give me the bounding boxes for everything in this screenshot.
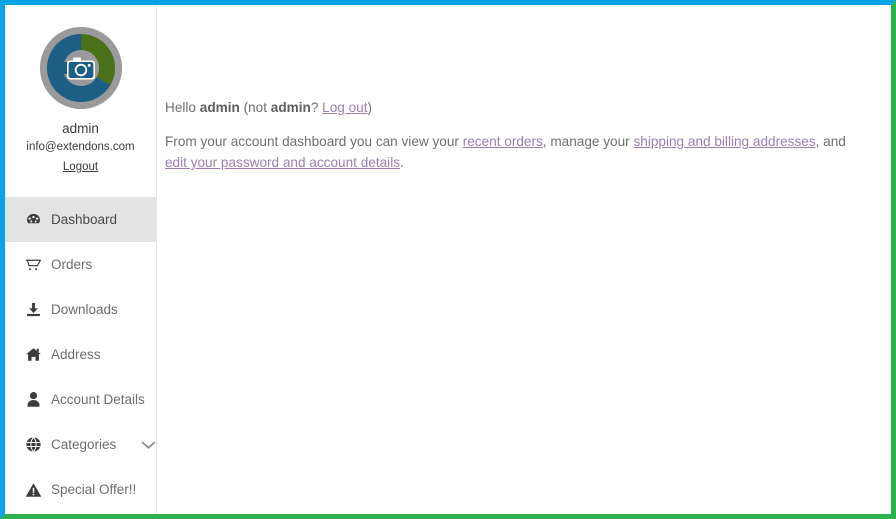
description-part1: From your account dashboard you can view…	[165, 134, 463, 149]
sidebar-item-label: Downloads	[51, 302, 118, 317]
sidebar-item-dashboard[interactable]: Dashboard	[5, 197, 156, 242]
shopping-cart-icon	[25, 256, 42, 273]
sidebar-item-label: Address	[51, 347, 101, 362]
chevron-down-icon[interactable]	[141, 440, 156, 450]
sidebar-item-label: Orders	[51, 257, 93, 272]
greeting-question: ?	[310, 100, 323, 115]
user-icon	[25, 391, 42, 408]
sidebar-user-email: info@extendons.com	[26, 141, 135, 153]
greeting-close-paren: )	[367, 100, 373, 115]
sidebar-item-orders[interactable]: Orders	[5, 242, 156, 287]
edit-password-account-details-link[interactable]: edit your password and account details	[165, 155, 400, 170]
shipping-billing-addresses-link[interactable]: shipping and billing addresses	[633, 134, 815, 149]
description-paragraph: From your account dashboard you can view…	[165, 131, 867, 173]
sidebar-user-name: admin	[62, 121, 99, 136]
description-part4: .	[400, 155, 404, 170]
account-content: Hello admin (not admin? Log out) From yo…	[157, 5, 891, 514]
globe-icon	[25, 436, 42, 453]
sidebar-item-label: Account Details	[51, 392, 145, 407]
recent-orders-link[interactable]: recent orders	[463, 134, 543, 149]
sidebar-item-account-details[interactable]: Account Details	[5, 377, 156, 422]
greeting-username: admin	[199, 100, 240, 115]
camera-avatar-placeholder-icon	[39, 27, 122, 109]
sidebar-item-label: Special Offer!!	[51, 482, 137, 497]
sidebar-item-label: Dashboard	[51, 212, 118, 227]
greeting-hello-prefix: Hello	[165, 100, 200, 115]
sidebar-item-downloads[interactable]: Downloads	[5, 287, 156, 332]
sidebar-item-categories[interactable]: Categories	[5, 422, 156, 467]
greeting-not-username: admin	[270, 100, 311, 115]
sidebar-logout-wrap: Logout	[5, 157, 156, 175]
sidebar-logout-link[interactable]: Logout	[63, 161, 98, 173]
sidebar-item-address[interactable]: Address	[5, 332, 156, 377]
avatar-container	[5, 27, 156, 109]
log-out-link[interactable]: Log out	[322, 100, 367, 115]
dashboard-gauge-icon	[25, 211, 42, 228]
account-page: admin info@extendons.com Logout Dashboar…	[5, 5, 891, 514]
greeting-not-prefix: (not	[239, 100, 271, 115]
sidebar-item-label: Categories	[51, 437, 117, 452]
warning-triangle-icon	[25, 481, 42, 498]
account-sidebar: admin info@extendons.com Logout Dashboar…	[5, 5, 157, 514]
description-part3: , and	[815, 134, 846, 149]
description-part2: , manage your	[542, 134, 634, 149]
home-icon	[25, 346, 42, 363]
sidebar-nav: Dashboard Orders Downloads Address Accou…	[5, 197, 156, 512]
avatar[interactable]	[39, 27, 122, 109]
greeting-paragraph: Hello admin (not admin? Log out)	[165, 97, 867, 118]
download-icon	[25, 301, 42, 318]
browser-window-frame: admin info@extendons.com Logout Dashboar…	[0, 0, 896, 519]
sidebar-item-special-offer[interactable]: Special Offer!!	[5, 467, 156, 512]
